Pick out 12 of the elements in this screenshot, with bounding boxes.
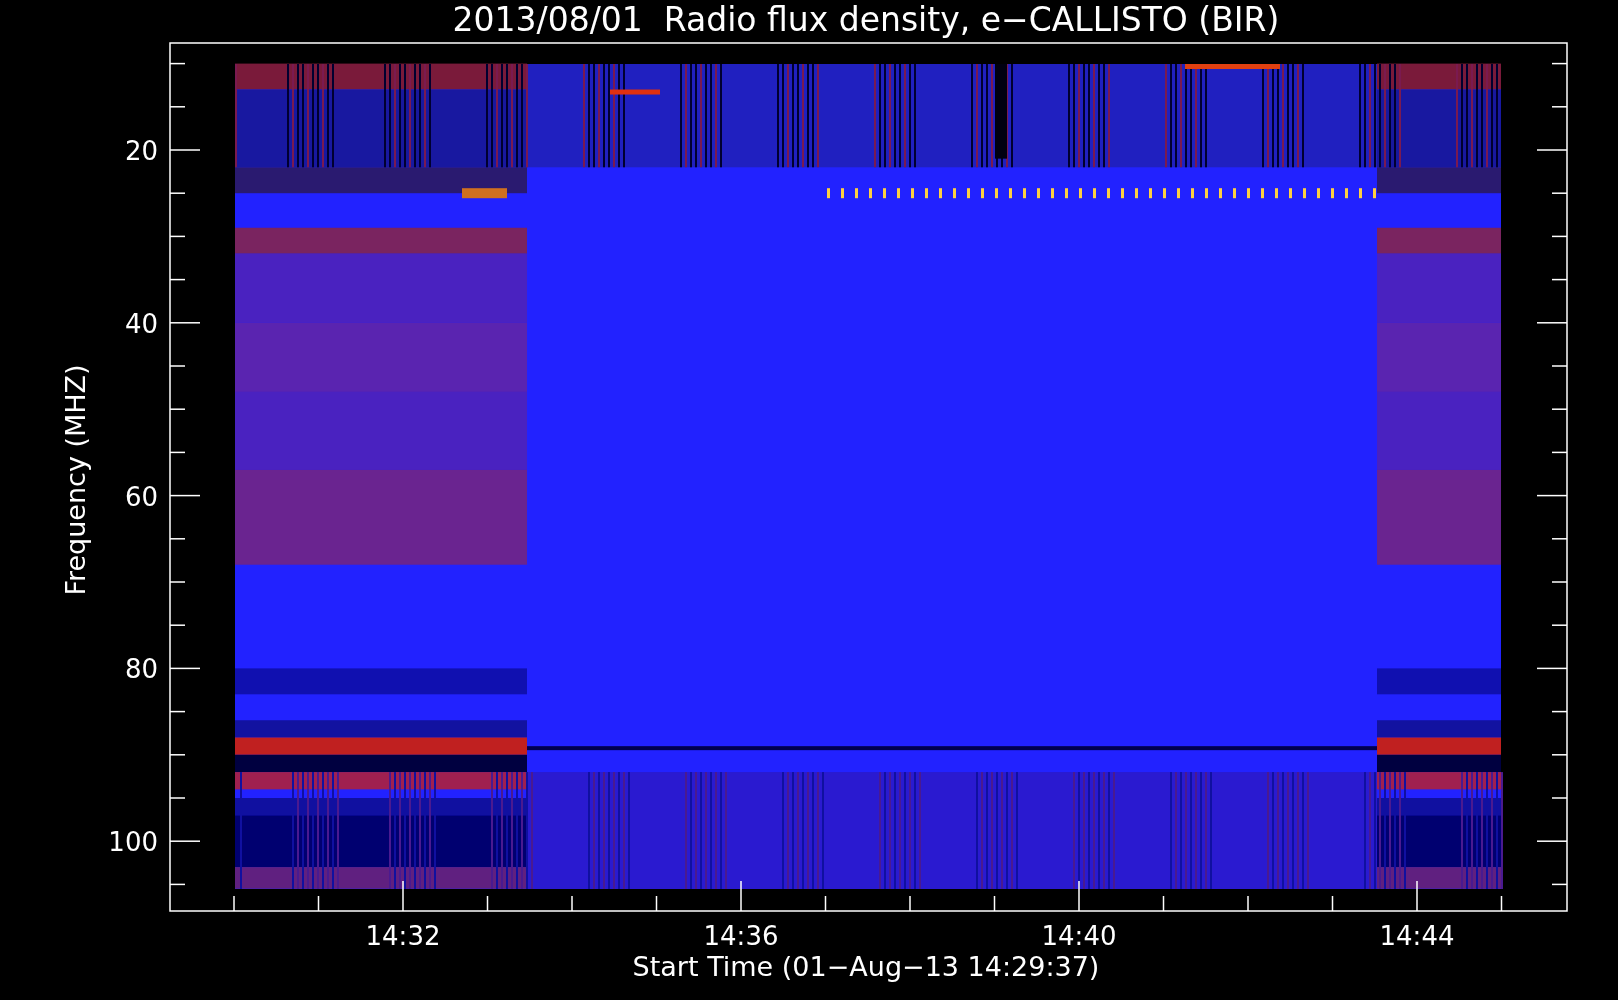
y-tick-label: 80 (124, 654, 158, 685)
y-axis-label: Frequency (MHZ) (60, 364, 91, 596)
x-tick-label: 14:40 (1041, 921, 1117, 951)
x-tick-label: 14:44 (1379, 921, 1455, 951)
y-tick-label: 40 (124, 308, 158, 339)
y-tick-label: 20 (124, 136, 158, 166)
x-tick-label: 14:32 (365, 921, 441, 951)
x-tick-label: 14:36 (703, 921, 779, 951)
y-tick-label: 100 (108, 827, 158, 858)
chart-title: 2013/08/01 Radio flux density, e−CALLISTO (BIR) (452, 0, 1280, 39)
x-axis-label: Start Time (01−Aug−13 14:29:37) (632, 951, 1100, 982)
y-tick-label: 60 (124, 481, 158, 512)
